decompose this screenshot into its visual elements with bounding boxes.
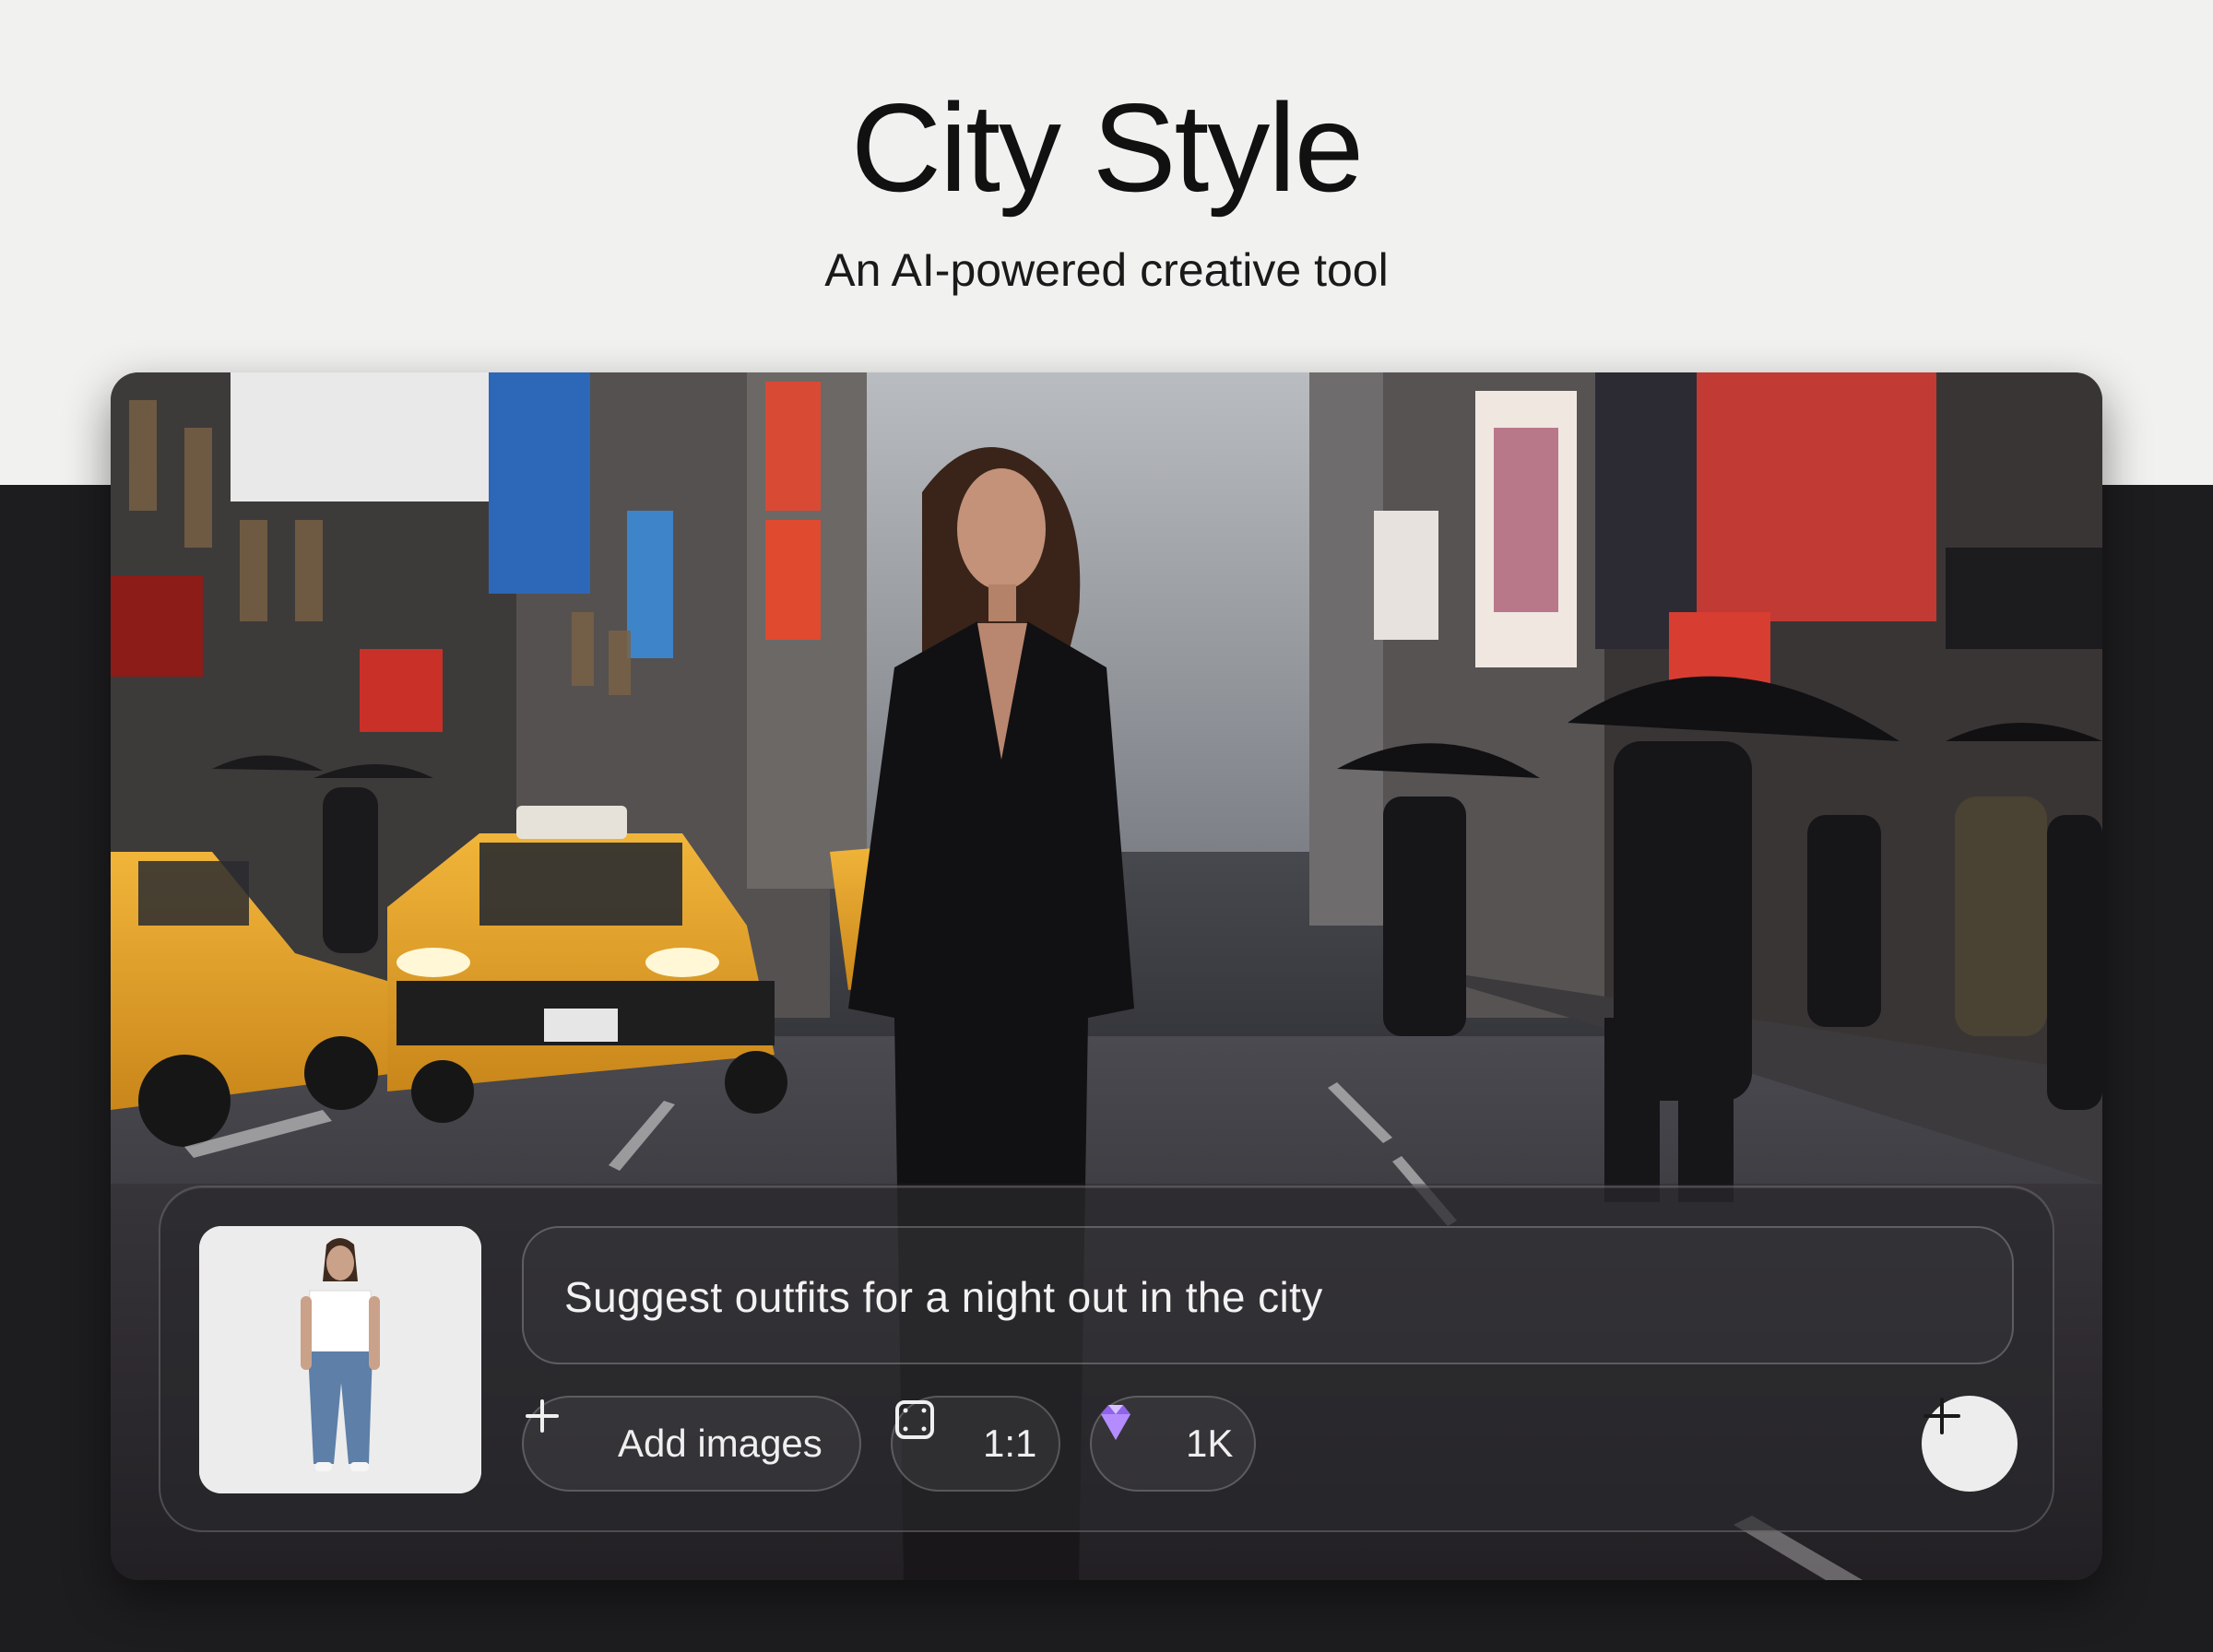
page: City Style An AI-powered creative tool S… bbox=[0, 0, 2213, 1652]
quality-button[interactable]: 1K bbox=[1090, 1396, 1256, 1492]
prompt-composer: Suggest outfits for a night out in the c… bbox=[159, 1186, 2054, 1532]
reference-image-thumbnail[interactable] bbox=[199, 1226, 481, 1493]
aspect-ratio-label: 1:1 bbox=[983, 1422, 1037, 1465]
aspect-ratio-button[interactable]: 1:1 bbox=[891, 1396, 1060, 1492]
page-title: City Style bbox=[850, 77, 1364, 218]
submit-button[interactable] bbox=[1922, 1396, 2018, 1492]
add-images-label: Add images bbox=[618, 1422, 822, 1465]
page-subtitle: An AI-powered creative tool bbox=[824, 244, 1389, 296]
prompt-input[interactable]: Suggest outfits for a night out in the c… bbox=[522, 1226, 2014, 1364]
aspect-ratio-icon bbox=[895, 1400, 963, 1466]
prompt-text: Suggest outfits for a night out in the c… bbox=[564, 1273, 1323, 1321]
add-images-button[interactable]: Add images bbox=[522, 1396, 861, 1492]
quality-label: 1K bbox=[1186, 1422, 1234, 1465]
plus-icon bbox=[526, 1399, 592, 1462]
reference-outfit-photo bbox=[199, 1226, 481, 1493]
gem-icon bbox=[1101, 1405, 1166, 1468]
hero-image-card: Suggest outfits for a night out in the c… bbox=[111, 372, 2102, 1580]
